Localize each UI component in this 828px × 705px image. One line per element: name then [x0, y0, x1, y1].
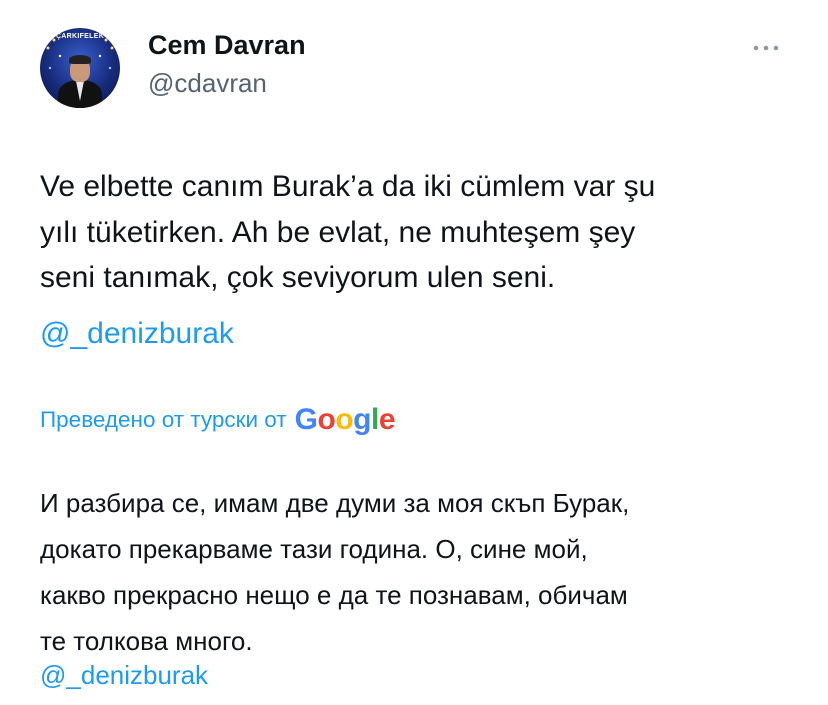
more-options-button[interactable]	[752, 33, 780, 59]
translated-tweet-text: И разбира се, имам две думи за моя скъп …	[40, 488, 630, 656]
google-logo-letter: o	[335, 403, 354, 436]
tweet-mention-link[interactable]: @_denizburak	[40, 311, 234, 357]
translated-mention-link[interactable]: @_denizburak	[40, 652, 208, 698]
google-logo-letter: g	[353, 403, 371, 436]
tweet-text: Ve elbette canım Burak’a da iki cümlem v…	[40, 170, 656, 294]
translated-by-google-link[interactable]: Преведено от турски от Google	[40, 403, 396, 436]
google-logo: Google	[294, 403, 396, 436]
author-handle[interactable]: @cdavran	[148, 68, 267, 99]
more-horizontal-icon	[753, 45, 779, 51]
google-logo-letter: G	[294, 403, 318, 436]
avatar-logo: ÇARKIFELEK	[55, 33, 105, 40]
google-logo-letter: o	[317, 403, 336, 436]
google-logo-letter: l	[370, 403, 379, 436]
author-name[interactable]: Cem Davran	[148, 30, 306, 61]
avatar-person-hair	[69, 55, 91, 64]
translated-label: Преведено от турски от	[40, 407, 287, 432]
google-logo-letter: e	[378, 403, 396, 436]
avatar[interactable]: ÇARKIFELEK	[40, 28, 120, 108]
